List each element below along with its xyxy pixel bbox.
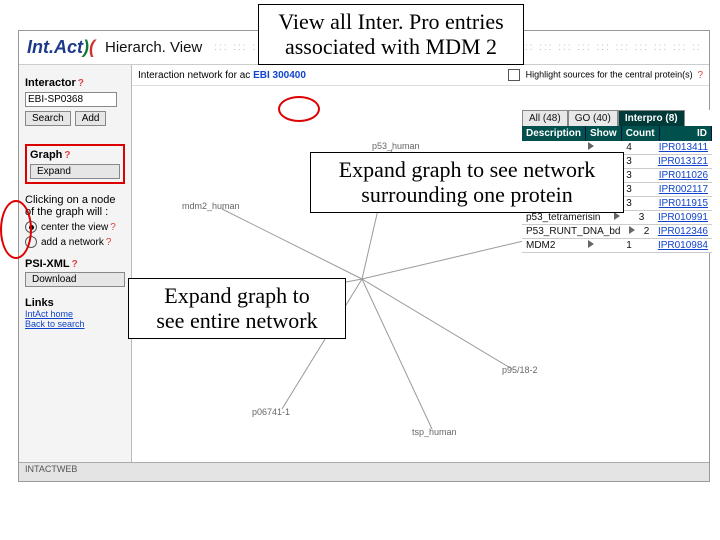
link-back-search[interactable]: Back to search	[25, 319, 125, 329]
interpro-link[interactable]: IPR013411	[648, 141, 712, 154]
help-icon[interactable]: ?	[72, 259, 78, 270]
intact-logo: Int.Act)(	[27, 37, 95, 58]
help-icon[interactable]: ?	[78, 78, 84, 89]
highlight-oval-node	[278, 96, 320, 122]
intact-window: Int.Act)( Hierarch. View ::: ::: ::: :::…	[18, 30, 710, 482]
graph-node[interactable]: p06741-1	[252, 407, 290, 417]
highlight-oval-sidebar	[0, 200, 32, 259]
status-bar: INTACTWEB	[19, 462, 709, 481]
table-header: Description Show Count ID	[522, 126, 712, 141]
expand-icon	[588, 240, 594, 248]
table-row[interactable]: p53_tetramerisin3IPR010991	[522, 211, 712, 225]
graph-label: Graph	[30, 149, 62, 161]
interpro-link[interactable]: IPR011915	[648, 197, 712, 210]
add-button[interactable]: Add	[75, 111, 107, 126]
graph-node-center[interactable]: p53_human	[372, 141, 420, 151]
sidebar: Interactor? EBI-SP0368 Search Add Graph?…	[19, 65, 132, 475]
download-button[interactable]: Download	[25, 272, 125, 287]
callout-expand-all: Expand graph to see entire network	[128, 278, 346, 339]
subheader: Interaction network for ac EBI 300400 Hi…	[132, 65, 709, 86]
accession-link[interactable]: EBI 300400	[253, 70, 306, 81]
expand-button[interactable]: Expand	[30, 164, 120, 179]
callout-interpro: View all Inter. Pro entries associated w…	[258, 4, 524, 65]
graph-node[interactable]: p95/18-2	[502, 365, 538, 375]
interpro-link[interactable]: IPR010984	[648, 239, 712, 252]
tab-all[interactable]: All (48)	[522, 110, 568, 126]
interactor-input[interactable]: EBI-SP0368	[25, 92, 117, 107]
graph-expand-section: Graph? Expand	[25, 144, 125, 184]
help-icon[interactable]: ?	[106, 237, 112, 248]
interpro-link[interactable]: IPR012346	[654, 225, 712, 238]
search-button[interactable]: Search	[25, 111, 71, 126]
help-icon[interactable]: ?	[110, 222, 116, 233]
expand-icon	[614, 212, 620, 220]
link-intact-home[interactable]: IntAct home	[25, 309, 125, 319]
app-title: Hierarch. View	[105, 39, 202, 56]
help-icon[interactable]: ?	[64, 150, 70, 161]
table-row[interactable]: MDM21IPR010984	[522, 239, 712, 253]
interpro-link[interactable]: IPR002117	[648, 183, 712, 196]
highlight-label: Highlight sources for the central protei…	[526, 70, 693, 80]
table-row[interactable]: P53_RUNT_DNA_bd2IPR012346	[522, 225, 712, 239]
expand-icon	[588, 142, 594, 150]
highlight-checkbox[interactable]	[508, 69, 520, 81]
psixml-label: PSI-XML?	[25, 258, 125, 270]
interpro-link[interactable]: IPR013121	[648, 155, 712, 168]
interactor-label: Interactor?	[25, 77, 125, 89]
tabs: All (48) GO (40) Interpro (8)	[522, 110, 712, 126]
expand-icon	[629, 226, 635, 234]
help-icon[interactable]: ?	[697, 70, 703, 81]
graph-node[interactable]: mdm2_human	[182, 201, 240, 211]
tab-go[interactable]: GO (40)	[568, 110, 618, 126]
interpro-link[interactable]: IPR011026	[648, 169, 712, 182]
click-note: Clicking on a node of the graph will :	[25, 194, 125, 218]
graph-node[interactable]: tsp_human	[412, 427, 457, 437]
radio-add-network[interactable]: add a network?	[25, 236, 125, 248]
interpro-link[interactable]: IPR010991	[654, 211, 712, 224]
radio-center-view[interactable]: center the view?	[25, 221, 125, 233]
links-label: Links	[25, 297, 125, 309]
tab-interpro[interactable]: Interpro (8)	[618, 110, 685, 126]
callout-expand-one: Expand graph to see network surrounding …	[310, 152, 624, 213]
